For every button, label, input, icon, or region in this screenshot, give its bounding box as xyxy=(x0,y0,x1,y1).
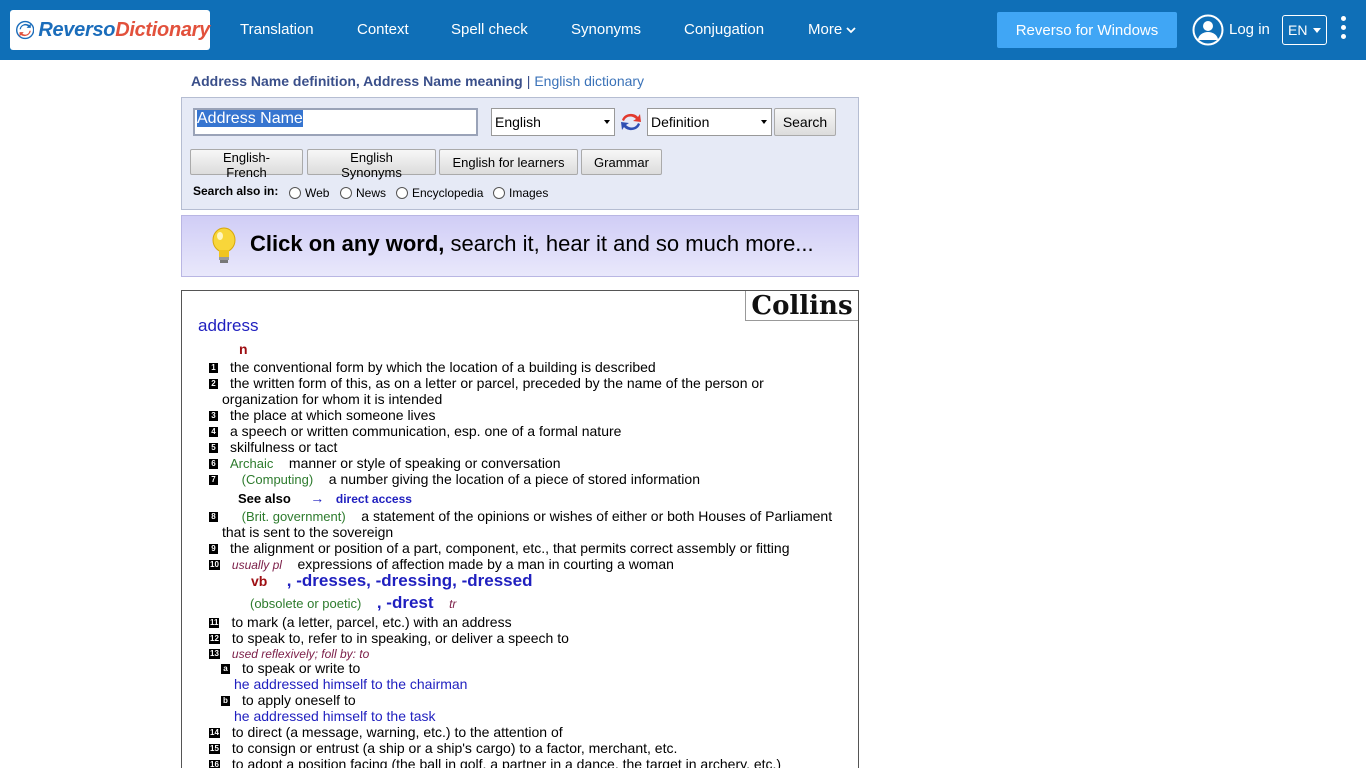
verb-line: vb , -dresses, -dressing, -dressed xyxy=(251,571,533,590)
logo-text: ReversoDictionary xyxy=(38,18,210,41)
dictionary-entry: Collins address n 1 the conventional form… xyxy=(181,290,859,768)
definition-4: 4a speech or written communication, esp.… xyxy=(209,423,621,439)
radio-circle-icon xyxy=(396,187,408,199)
grammar-button[interactable]: Grammar xyxy=(581,149,662,175)
search-also-label: Search also in: xyxy=(193,184,279,198)
definition-5: 5 skilfulness or tact xyxy=(209,439,337,455)
nav-conjugation[interactable]: Conjugation xyxy=(684,21,764,39)
definition-14: 14 to direct (a message, warning, etc.) t… xyxy=(209,724,563,740)
promo-banner[interactable]: Click on any word, search it, hear it an… xyxy=(181,215,859,277)
nav-more-label: More xyxy=(808,21,843,38)
nav-synonyms[interactable]: Synonyms xyxy=(571,21,641,39)
definition-12: 12 to speak to, refer to in speaking, or … xyxy=(209,630,569,646)
title-separator: | xyxy=(526,73,531,89)
reverso-logo[interactable]: ReversoDictionary xyxy=(10,10,210,50)
definition-11: 11 to mark (a letter, parcel, etc.) with … xyxy=(209,614,512,630)
example-13b: he addressed himself to the task xyxy=(234,708,436,724)
direct-access-link[interactable]: direct access xyxy=(336,492,412,506)
radio-circle-icon xyxy=(289,187,301,199)
top-navigation-bar: ReversoDictionary Translation Context Sp… xyxy=(0,0,1366,60)
search-also-encyclopedia-radio[interactable]: Encyclopedia xyxy=(396,186,483,200)
dropdown-arrow-icon xyxy=(1313,28,1321,33)
definition-6: 6 Archaic manner or style of speaking or … xyxy=(209,455,561,472)
nav-more[interactable]: More xyxy=(808,21,856,39)
search-input-value: Address Name xyxy=(197,110,303,127)
nav-spell-check[interactable]: Spell check xyxy=(451,21,528,39)
search-also-images-radio[interactable]: Images xyxy=(493,186,548,200)
source-language-select[interactable]: English xyxy=(491,108,615,136)
reverso-logo-icon xyxy=(16,20,35,40)
definition-2-continued: organization for whom it is intended xyxy=(222,391,443,407)
nav-context[interactable]: Context xyxy=(357,21,409,39)
promo-text-bold: Click on any word, xyxy=(250,231,445,256)
radio-label: Images xyxy=(509,186,549,200)
radio-label: Encyclopedia xyxy=(412,186,484,200)
chevron-down-icon xyxy=(846,27,856,34)
search-also-web-radio[interactable]: Web xyxy=(289,186,329,200)
collins-logo: Collins xyxy=(745,291,858,321)
definition-9: 9 the alignment or position of a part, co… xyxy=(209,540,790,556)
definition-13a: a to speak or write to xyxy=(221,660,360,676)
obsolete-form-line: (obsolete or poetic) , -drest tr xyxy=(250,593,457,612)
english-dictionary-link[interactable]: English dictionary xyxy=(534,73,644,89)
definition-13b: b to apply oneself to xyxy=(221,692,356,708)
see-also: See also → direct access xyxy=(238,490,412,506)
search-mode-value: Definition xyxy=(651,114,710,130)
nav-translation[interactable]: Translation xyxy=(240,21,314,39)
promo-text-rest: search it, hear it and so much more... xyxy=(444,231,814,256)
verb-forms: , -dresses, -dressing, -dressed xyxy=(286,571,533,590)
english-synonyms-button[interactable]: English Synonyms xyxy=(307,149,436,180)
page-title: Address Name definition, Address Name me… xyxy=(191,73,644,89)
radio-circle-icon xyxy=(340,187,352,199)
english-french-button[interactable]: English-French xyxy=(190,149,303,180)
login-link[interactable]: Log in xyxy=(1229,21,1270,38)
search-panel: Address Name English Definition Search E… xyxy=(181,97,859,210)
radio-label: News xyxy=(356,186,387,200)
radio-label: Web xyxy=(305,186,330,200)
source-language-value: English xyxy=(495,114,541,130)
definition-7: 7 (Computing) a number giving the locati… xyxy=(209,471,700,488)
part-of-speech-noun: n xyxy=(239,341,248,357)
search-also-news-radio[interactable]: News xyxy=(340,186,386,200)
promo-text: Click on any word, search it, hear it an… xyxy=(250,231,814,257)
search-input[interactable]: Address Name xyxy=(193,108,478,136)
definition-3: 3 the place at which someone lives xyxy=(209,407,435,423)
dropdown-arrow-icon xyxy=(604,120,610,124)
search-button[interactable]: Search xyxy=(774,108,836,136)
search-mode-select[interactable]: Definition xyxy=(647,108,772,136)
definition-8-continued: that is sent to the sovereign xyxy=(222,524,394,540)
language-select[interactable]: EN xyxy=(1282,15,1327,45)
definition-15: 15 to consign or entrust (a ship or a shi… xyxy=(209,740,678,756)
part-of-speech-verb: vb xyxy=(251,573,268,589)
swap-languages-icon[interactable] xyxy=(619,110,643,134)
user-avatar-icon[interactable] xyxy=(1192,14,1224,46)
example-13a: he addressed himself to the chairman xyxy=(234,676,468,692)
more-options-icon[interactable] xyxy=(1339,16,1347,44)
headword[interactable]: address xyxy=(198,317,258,334)
radio-circle-icon xyxy=(493,187,505,199)
lightbulb-icon xyxy=(212,227,236,263)
dropdown-arrow-icon xyxy=(761,120,767,124)
language-select-value: EN xyxy=(1288,22,1308,38)
definition-1: 1 the conventional form by which the loca… xyxy=(209,359,656,375)
definition-16: 16 to adopt a position facing (the ball i… xyxy=(209,756,781,768)
definition-8: 8 (Brit. government) a statement of the … xyxy=(209,508,832,525)
english-for-learners-button[interactable]: English for learners xyxy=(439,149,578,175)
definition-2: 2 the written form of this, as on a lette… xyxy=(209,375,764,391)
reverso-for-windows-button[interactable]: Reverso for Windows xyxy=(997,12,1177,48)
page-title-main: Address Name definition, Address Name me… xyxy=(191,73,523,89)
